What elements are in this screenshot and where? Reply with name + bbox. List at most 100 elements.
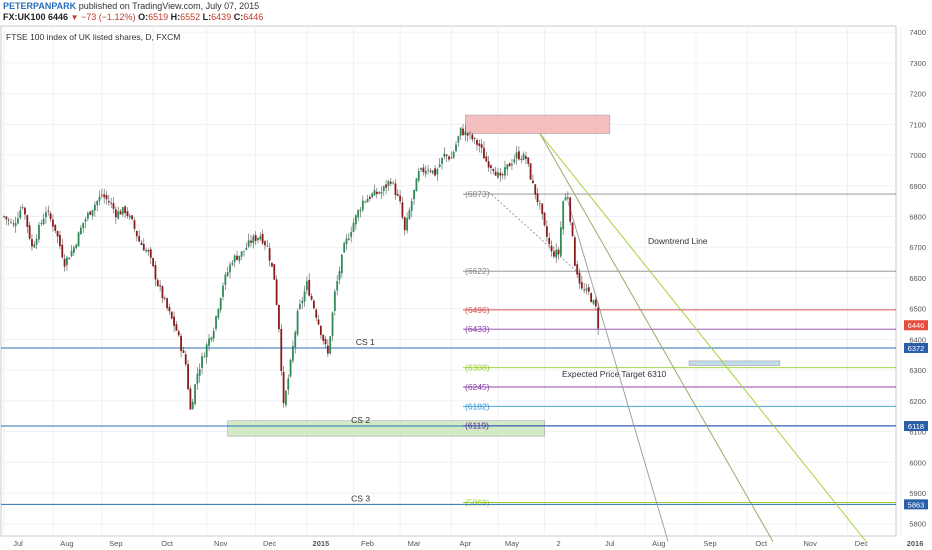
candle-body xyxy=(128,215,131,218)
candle-body xyxy=(541,203,544,214)
candle-body xyxy=(594,299,597,307)
candle-body xyxy=(466,133,469,136)
candle-body xyxy=(84,219,87,222)
price-chart[interactable]: (6873) (6622) (6496) (6433) (6308) (6245) (618… xyxy=(0,24,932,550)
close-label: C: xyxy=(233,12,244,22)
candle-body xyxy=(119,211,122,215)
candle-body xyxy=(364,201,367,203)
candle-body xyxy=(19,210,22,218)
candle-body xyxy=(459,127,462,136)
candle-body xyxy=(480,144,483,148)
candle-body xyxy=(173,316,175,326)
candle-body xyxy=(536,193,539,203)
candle-body xyxy=(59,234,61,247)
x-tick-label: Dec xyxy=(855,539,869,548)
candle-body xyxy=(545,226,548,237)
candle-body xyxy=(566,196,569,199)
y-tick-label: 7200 xyxy=(909,90,926,99)
candle-body xyxy=(257,237,259,241)
candle-body xyxy=(301,300,304,304)
candle-body xyxy=(177,331,180,336)
y-tick-label: 7100 xyxy=(909,120,926,129)
level-label: (6496) xyxy=(465,305,490,315)
support-price-badge-text: 6118 xyxy=(908,422,924,431)
down-triangle-icon: ▼ xyxy=(70,13,79,22)
candle-body xyxy=(457,136,460,143)
candle-body xyxy=(261,233,264,244)
candle-body xyxy=(70,250,73,257)
candle-body xyxy=(166,298,168,309)
candle-body xyxy=(499,172,502,176)
candle-body xyxy=(75,244,78,248)
candle-body xyxy=(543,212,546,226)
candle-body xyxy=(371,193,374,198)
candle-body xyxy=(501,174,504,176)
candle-body xyxy=(583,289,586,291)
candle-body xyxy=(79,227,82,235)
candle-body xyxy=(434,168,436,176)
candle-body xyxy=(317,319,320,325)
candle-body xyxy=(573,237,576,266)
candle-body xyxy=(422,167,425,173)
candle-body xyxy=(431,170,434,174)
candle-body xyxy=(45,212,47,218)
candle-body xyxy=(26,215,29,227)
x-tick-label: Jul xyxy=(605,539,615,548)
last-price-badge-text: 6446 xyxy=(908,321,925,330)
candle-body xyxy=(525,156,527,159)
candle-body xyxy=(201,356,203,369)
candle-body xyxy=(226,272,229,276)
x-tick-label: Nov xyxy=(804,539,818,548)
candle-body xyxy=(326,345,329,354)
candle-body xyxy=(208,338,210,346)
candle-body xyxy=(576,264,579,275)
candle-body xyxy=(308,279,311,296)
candle-body xyxy=(322,334,325,341)
candle-body xyxy=(77,232,80,247)
candle-body xyxy=(140,242,143,245)
x-tick-label: Oct xyxy=(755,539,768,548)
candle-body xyxy=(483,147,485,159)
candle-body xyxy=(145,249,148,252)
x-tick-label: Mar xyxy=(408,539,421,548)
candle-body xyxy=(96,200,99,206)
candle-body xyxy=(107,201,110,203)
candle-body xyxy=(469,133,471,135)
candle-body xyxy=(229,264,231,273)
candle-body xyxy=(506,164,509,170)
candle-body xyxy=(476,140,478,145)
publisher-name[interactable]: PETERPANPARK xyxy=(3,1,76,11)
candle-body xyxy=(420,168,422,170)
x-tick-label: Sep xyxy=(703,539,716,548)
candle-body xyxy=(578,272,581,284)
support-price-badge-text: 6372 xyxy=(908,344,925,353)
level-label: (6622) xyxy=(465,266,490,276)
candle-body xyxy=(182,350,185,353)
candle-body xyxy=(24,207,26,215)
symbol-name: FX:UK100 xyxy=(3,12,46,22)
candle-body xyxy=(52,219,54,227)
candle-body xyxy=(38,224,40,240)
candle-body xyxy=(450,157,453,159)
candle-body xyxy=(278,304,280,330)
candle-body xyxy=(98,196,101,201)
candle-body xyxy=(7,219,10,221)
candle-body xyxy=(110,202,113,204)
candle-body xyxy=(497,172,499,178)
candle-body xyxy=(408,210,411,220)
candle-body xyxy=(329,336,332,354)
y-tick-label: 7300 xyxy=(909,59,926,68)
candle-body xyxy=(296,310,299,335)
candle-body xyxy=(135,230,138,237)
candle-body xyxy=(112,203,115,209)
x-tick-label: Sep xyxy=(109,539,122,548)
candle-body xyxy=(399,195,401,202)
candle-body xyxy=(238,255,241,261)
candle-body xyxy=(175,324,178,331)
candle-body xyxy=(105,195,108,200)
candle-body xyxy=(587,287,590,292)
candle-body xyxy=(10,222,12,223)
candle-body xyxy=(392,182,395,184)
candle-body xyxy=(282,371,285,404)
x-tick-label: Jul xyxy=(13,539,23,548)
